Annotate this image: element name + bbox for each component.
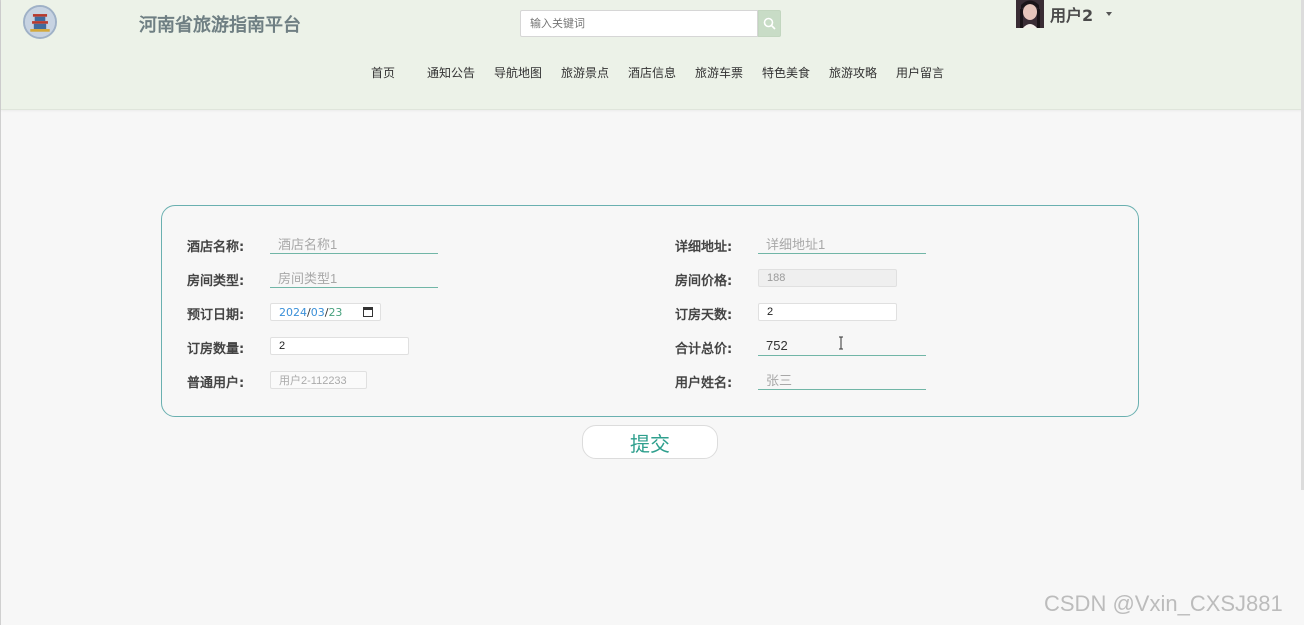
booking-date-label: 预订日期: — [187, 308, 245, 323]
text-cursor-icon — [839, 336, 843, 350]
room-type-field[interactable] — [270, 268, 438, 288]
user-field[interactable] — [270, 371, 367, 389]
nav-food[interactable]: 特色美食 — [762, 64, 829, 81]
user-name-field[interactable] — [758, 370, 926, 390]
nav-notices[interactable]: 通知公告 — [427, 64, 494, 81]
user-label: 普通用户: — [187, 376, 245, 391]
quantity-label: 订房数量: — [187, 342, 245, 357]
total-price-label: 合计总价: — [675, 342, 733, 357]
nav-attractions[interactable]: 旅游景点 — [561, 64, 628, 81]
date-month: 03 — [310, 305, 325, 319]
username: 用户2 — [1050, 6, 1094, 25]
logo-icon — [23, 5, 57, 39]
user-menu[interactable]: 用户2 — [1016, 0, 1113, 28]
nav-map[interactable]: 导航地图 — [494, 64, 561, 81]
hotel-name-label: 酒店名称: — [187, 240, 245, 255]
room-price-field — [758, 269, 897, 287]
search-icon — [763, 17, 776, 30]
room-price-label: 房间价格: — [675, 274, 733, 289]
hotel-name-field[interactable] — [270, 234, 438, 254]
search-input[interactable] — [520, 10, 758, 37]
chevron-down-icon[interactable] — [1106, 12, 1113, 16]
booking-date-field[interactable]: 2024/03/23 — [270, 303, 381, 321]
submit-button[interactable]: 提交 — [582, 425, 718, 459]
page: 河南省旅游指南平台 用户2 首页 — [0, 0, 1304, 625]
address-label: 详细地址: — [675, 240, 733, 255]
date-day: 23 — [328, 305, 343, 319]
days-label: 订房天数: — [675, 308, 733, 323]
main-nav: 首页 通知公告 导航地图 旅游景点 酒店信息 旅游车票 特色美食 旅游攻略 用户… — [371, 64, 956, 81]
nav-home[interactable]: 首页 — [371, 64, 427, 81]
nav-tickets[interactable]: 旅游车票 — [695, 64, 762, 81]
site-title: 河南省旅游指南平台 — [139, 15, 301, 36]
days-field[interactable] — [758, 303, 897, 321]
search-button[interactable] — [758, 10, 781, 37]
nav-hotels[interactable]: 酒店信息 — [628, 64, 695, 81]
booking-form: 酒店名称: 房间类型: 预订日期: 2024/03/23 订房数量: 普通用户:… — [161, 205, 1139, 417]
nav-guides[interactable]: 旅游攻略 — [829, 64, 896, 81]
date-year: 2024 — [279, 305, 307, 319]
user-name-label: 用户姓名: — [675, 376, 733, 391]
watermark: CSDN @Vxin_CXSJ881 — [1044, 591, 1283, 616]
avatar — [1016, 0, 1044, 28]
address-field[interactable] — [758, 234, 926, 254]
room-type-label: 房间类型: — [187, 274, 245, 289]
quantity-field[interactable] — [270, 337, 409, 355]
calendar-icon[interactable] — [363, 307, 373, 317]
header: 河南省旅游指南平台 用户2 首页 — [1, 0, 1304, 110]
nav-messages[interactable]: 用户留言 — [896, 64, 956, 81]
